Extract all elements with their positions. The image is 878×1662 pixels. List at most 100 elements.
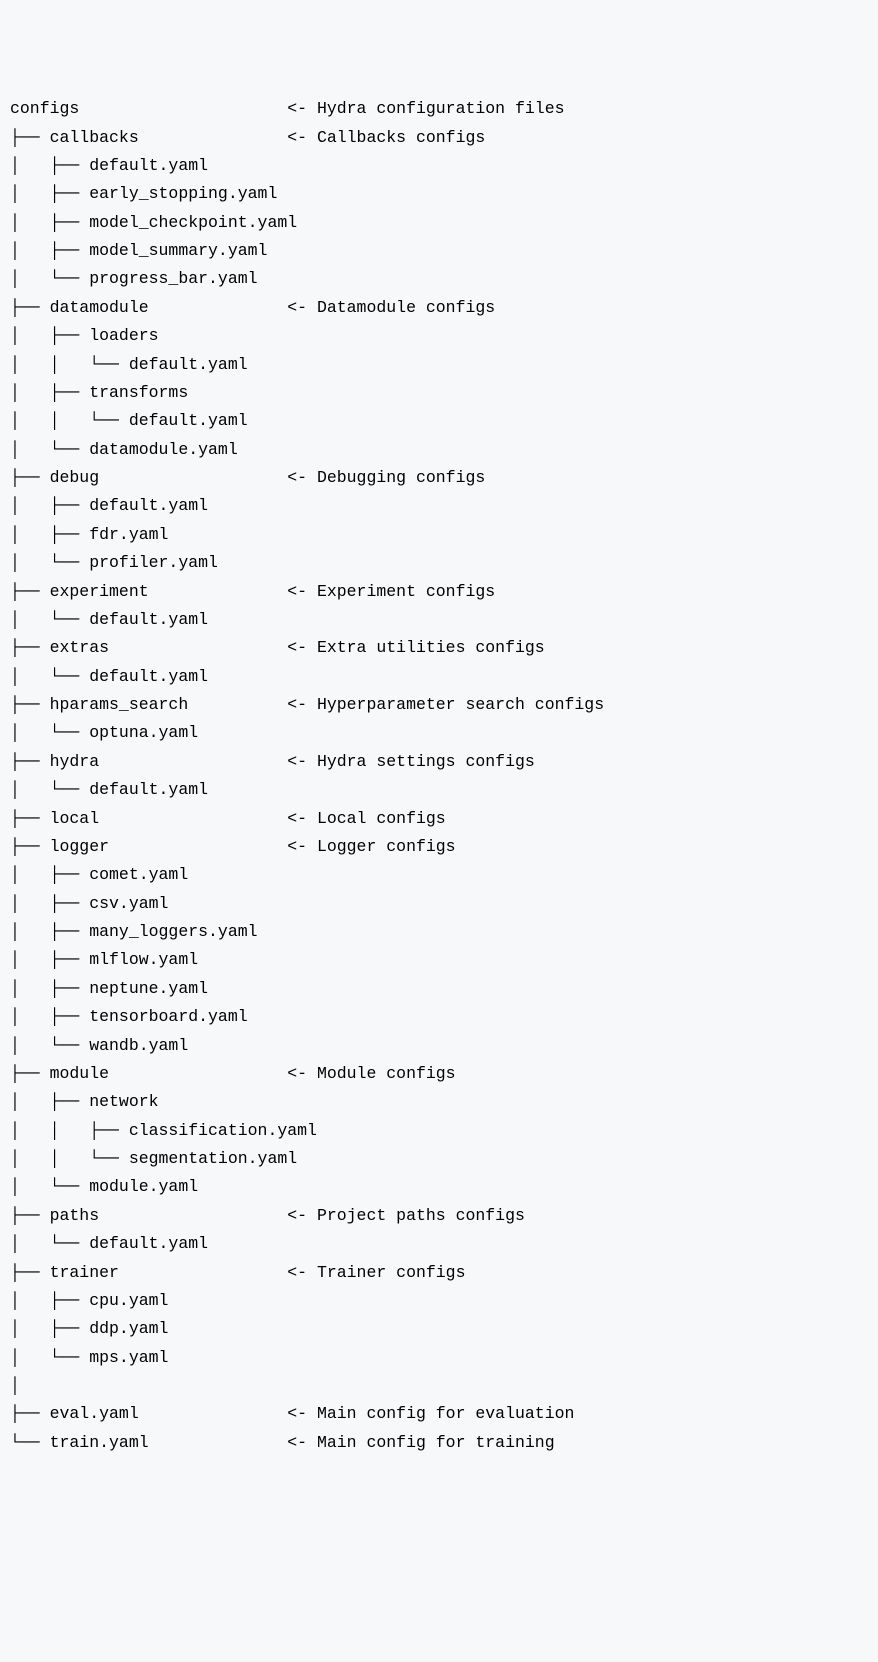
tree-path: ├── module [10, 1064, 287, 1083]
tree-path: │ ├── model_summary.yaml [10, 241, 267, 260]
tree-path: ├── local [10, 809, 287, 828]
tree-line: │ ├── model_summary.yaml [10, 237, 868, 265]
tree-line: ├── datamodule <- Datamodule configs [10, 294, 868, 322]
tree-path: │ └── module.yaml [10, 1177, 198, 1196]
tree-line: │ ├── default.yaml [10, 492, 868, 520]
tree-path: ├── hparams_search [10, 695, 287, 714]
tree-path: │ ├── comet.yaml [10, 865, 188, 884]
tree-line: ├── hydra <- Hydra settings configs [10, 748, 868, 776]
tree-path: │ ├── early_stopping.yaml [10, 184, 277, 203]
tree-line: │ [10, 1372, 868, 1400]
tree-path: │ └── datamodule.yaml [10, 440, 238, 459]
tree-path: │ └── default.yaml [10, 610, 208, 629]
tree-comment: <- Experiment configs [287, 582, 495, 601]
tree-line: ├── module <- Module configs [10, 1060, 868, 1088]
tree-line: configs <- Hydra configuration files [10, 95, 868, 123]
tree-line: │ ├── model_checkpoint.yaml [10, 209, 868, 237]
tree-path: ├── eval.yaml [10, 1404, 287, 1423]
tree-path: ├── experiment [10, 582, 287, 601]
tree-path: ├── datamodule [10, 298, 287, 317]
tree-line: ├── experiment <- Experiment configs [10, 578, 868, 606]
tree-line: │ ├── many_loggers.yaml [10, 918, 868, 946]
tree-line: │ ├── default.yaml [10, 152, 868, 180]
tree-comment: <- Hydra configuration files [287, 99, 564, 118]
tree-comment: <- Debugging configs [287, 468, 485, 487]
tree-line: │ │ └── default.yaml [10, 407, 868, 435]
tree-comment: <- Main config for evaluation [287, 1404, 574, 1423]
tree-path: ├── callbacks [10, 128, 287, 147]
tree-comment: <- Main config for training [287, 1433, 554, 1452]
tree-path: │ ├── neptune.yaml [10, 979, 208, 998]
tree-line: ├── eval.yaml <- Main config for evaluat… [10, 1400, 868, 1428]
tree-comment: <- Extra utilities configs [287, 638, 544, 657]
tree-path: │ │ └── default.yaml [10, 355, 248, 374]
tree-line: │ │ └── default.yaml [10, 351, 868, 379]
tree-comment: <- Hyperparameter search configs [287, 695, 604, 714]
tree-path: ├── paths [10, 1206, 287, 1225]
tree-line: │ └── module.yaml [10, 1173, 868, 1201]
tree-path: ├── extras [10, 638, 287, 657]
tree-line: │ └── default.yaml [10, 663, 868, 691]
tree-comment: <- Callbacks configs [287, 128, 485, 147]
tree-path: │ └── default.yaml [10, 1234, 208, 1253]
tree-line: │ ├── network [10, 1088, 868, 1116]
tree-line: ├── logger <- Logger configs [10, 833, 868, 861]
tree-line: │ │ └── segmentation.yaml [10, 1145, 868, 1173]
tree-path: │ ├── cpu.yaml [10, 1291, 168, 1310]
tree-path: │ ├── loaders [10, 326, 159, 345]
tree-line: │ └── progress_bar.yaml [10, 265, 868, 293]
tree-line: │ └── default.yaml [10, 606, 868, 634]
tree-path: ├── hydra [10, 752, 287, 771]
tree-line: │ └── default.yaml [10, 776, 868, 804]
tree-path: │ └── profiler.yaml [10, 553, 218, 572]
tree-line: │ ├── transforms [10, 379, 868, 407]
tree-path: │ │ └── segmentation.yaml [10, 1149, 297, 1168]
tree-line: │ ├── csv.yaml [10, 890, 868, 918]
tree-line: ├── debug <- Debugging configs [10, 464, 868, 492]
tree-path: │ ├── csv.yaml [10, 894, 168, 913]
tree-path: │ └── optuna.yaml [10, 723, 198, 742]
tree-path: │ └── progress_bar.yaml [10, 269, 258, 288]
tree-line: ├── local <- Local configs [10, 805, 868, 833]
tree-path: │ ├── mlflow.yaml [10, 950, 198, 969]
tree-line: │ ├── neptune.yaml [10, 975, 868, 1003]
tree-line: │ ├── cpu.yaml [10, 1287, 868, 1315]
tree-line: │ └── wandb.yaml [10, 1032, 868, 1060]
tree-path: │ ├── tensorboard.yaml [10, 1007, 248, 1026]
tree-path: │ [10, 1376, 20, 1395]
tree-line: │ └── mps.yaml [10, 1344, 868, 1372]
tree-path: │ └── wandb.yaml [10, 1036, 188, 1055]
tree-path: │ ├── fdr.yaml [10, 525, 168, 544]
tree-line: ├── callbacks <- Callbacks configs [10, 124, 868, 152]
tree-line: │ ├── fdr.yaml [10, 521, 868, 549]
tree-comment: <- Datamodule configs [287, 298, 495, 317]
tree-line: │ └── datamodule.yaml [10, 436, 868, 464]
tree-path: │ ├── default.yaml [10, 496, 208, 515]
tree-comment: <- Trainer configs [287, 1263, 465, 1282]
tree-path: │ ├── model_checkpoint.yaml [10, 213, 297, 232]
tree-path: │ └── mps.yaml [10, 1348, 168, 1367]
tree-path: │ ├── many_loggers.yaml [10, 922, 258, 941]
tree-path: │ │ └── default.yaml [10, 411, 248, 430]
tree-line: ├── paths <- Project paths configs [10, 1202, 868, 1230]
tree-line: │ └── profiler.yaml [10, 549, 868, 577]
directory-tree: configs <- Hydra configuration files├── … [10, 95, 868, 1457]
tree-line: ├── hparams_search <- Hyperparameter sea… [10, 691, 868, 719]
tree-line: │ ├── mlflow.yaml [10, 946, 868, 974]
tree-line: ├── extras <- Extra utilities configs [10, 634, 868, 662]
tree-path: │ ├── ddp.yaml [10, 1319, 168, 1338]
tree-line: │ ├── tensorboard.yaml [10, 1003, 868, 1031]
tree-path: configs [10, 99, 287, 118]
tree-path: ├── logger [10, 837, 287, 856]
tree-comment: <- Logger configs [287, 837, 455, 856]
tree-path: │ └── default.yaml [10, 780, 208, 799]
tree-comment: <- Module configs [287, 1064, 455, 1083]
tree-path: │ ├── transforms [10, 383, 188, 402]
tree-path: └── train.yaml [10, 1433, 287, 1452]
tree-line: │ ├── early_stopping.yaml [10, 180, 868, 208]
tree-line: │ └── optuna.yaml [10, 719, 868, 747]
tree-path: ├── trainer [10, 1263, 287, 1282]
tree-comment: <- Local configs [287, 809, 445, 828]
tree-path: ├── debug [10, 468, 287, 487]
tree-line: │ └── default.yaml [10, 1230, 868, 1258]
